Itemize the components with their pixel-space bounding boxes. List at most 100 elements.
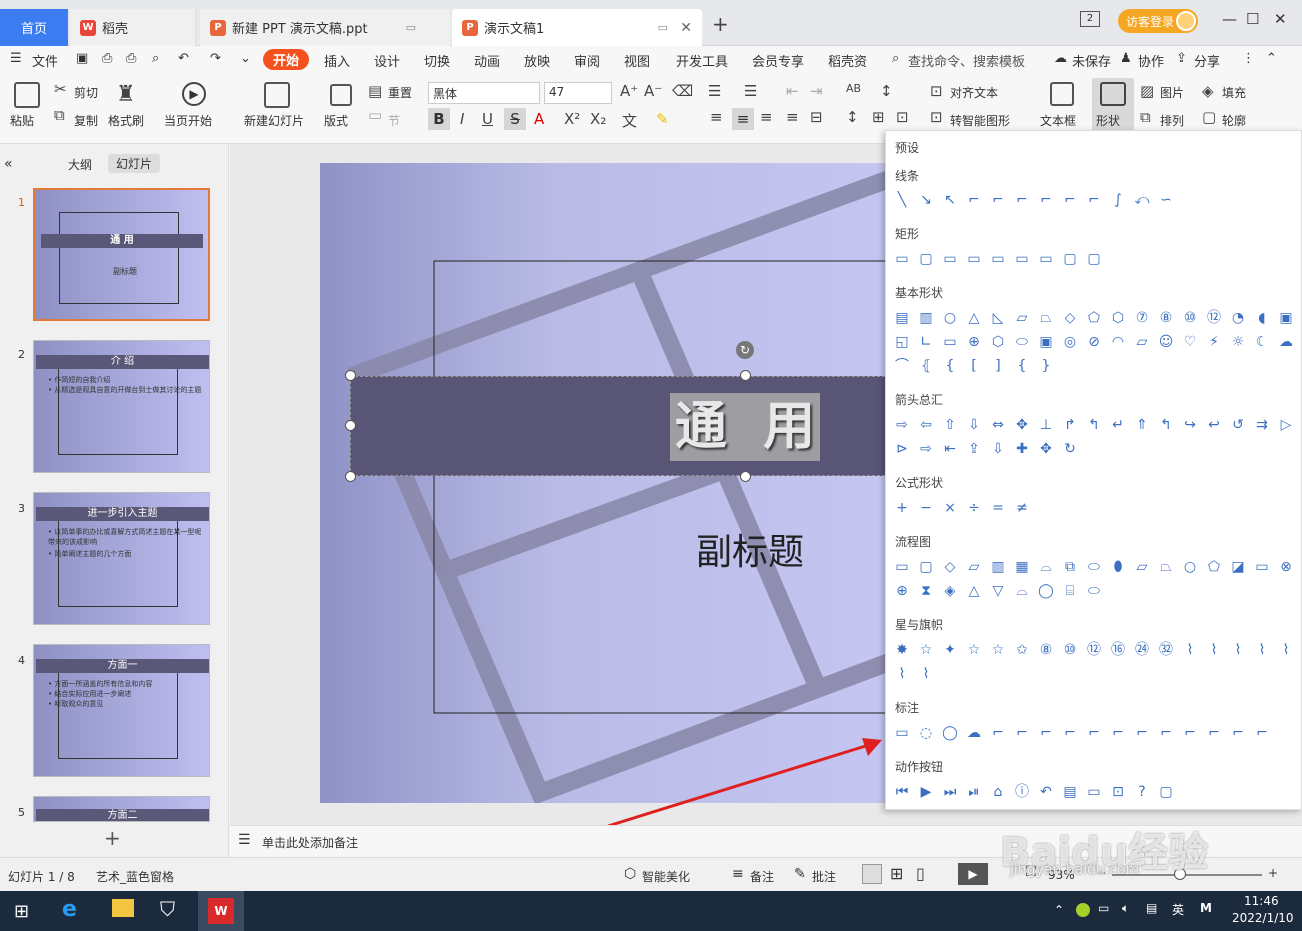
smart-beautify-button[interactable]: 智能美化 (642, 868, 690, 885)
paste-icon[interactable] (14, 82, 40, 108)
shape-option-icon[interactable]: ⌐ (1085, 191, 1103, 209)
shape-option-icon[interactable]: ⇉ (1253, 416, 1271, 434)
resize-handle[interactable] (345, 471, 356, 482)
shape-option-icon[interactable]: ⬡ (1109, 309, 1127, 327)
shape-option-icon[interactable]: ▢ (1157, 783, 1175, 801)
slide-title[interactable]: 通 用 (670, 393, 820, 461)
resize-handle[interactable] (740, 471, 751, 482)
shape-option-icon[interactable]: ⊥ (1037, 416, 1055, 434)
cut-button[interactable]: 剪切 (74, 84, 98, 101)
shape-option-icon[interactable]: ☁ (965, 724, 983, 742)
shape-option-icon[interactable]: ⌇ (1277, 641, 1295, 659)
reading-view-icon[interactable]: ▯ (916, 864, 925, 883)
menu-devtools[interactable]: 开发工具 (676, 51, 728, 70)
shape-option-icon[interactable]: ? (1133, 783, 1151, 801)
shape-option-icon[interactable]: ⌇ (1229, 641, 1247, 659)
underline-icon[interactable]: U (482, 110, 493, 128)
shape-option-icon[interactable]: △ (965, 582, 983, 600)
shape-option-icon[interactable]: ▭ (989, 250, 1007, 268)
shape-option-icon[interactable]: ✚ (1013, 440, 1031, 458)
shape-option-icon[interactable]: ♡ (1181, 333, 1199, 351)
shape-option-icon[interactable]: ⊳ (893, 440, 911, 458)
shape-option-icon[interactable]: ↩ (1205, 416, 1223, 434)
align-left-icon[interactable]: ≡ (710, 108, 723, 126)
picture-button[interactable]: 图片 (1160, 84, 1184, 101)
theme-name[interactable]: 艺术_蓝色窗格 (96, 868, 174, 885)
shape-option-icon[interactable]: ▣ (1037, 333, 1055, 351)
align-right-icon[interactable]: ≡ (760, 108, 773, 126)
shape-option-icon[interactable]: ⏯ (965, 783, 983, 801)
copy-button[interactable]: 复制 (74, 112, 98, 129)
shape-option-icon[interactable]: ⊗ (1277, 558, 1295, 576)
shape-option-icon[interactable]: ▱ (1013, 309, 1031, 327)
play-from-current-icon[interactable]: ▶ (182, 82, 206, 106)
textbox-icon[interactable] (1050, 82, 1074, 106)
tab-outline[interactable]: 大纲 (68, 156, 92, 173)
italic-icon[interactable]: I (460, 110, 464, 128)
shape-option-icon[interactable]: ⌇ (1253, 641, 1271, 659)
shape-option-icon[interactable]: ] (989, 357, 1007, 375)
shape-option-icon[interactable]: ▭ (893, 558, 911, 576)
shape-option-icon[interactable]: ↰ (1157, 416, 1175, 434)
shape-option-icon[interactable]: ▭ (965, 250, 983, 268)
bold-icon[interactable]: B (428, 108, 450, 130)
shape-option-icon[interactable]: ㉜ (1157, 641, 1175, 659)
login-button[interactable]: 访客登录 (1118, 9, 1198, 33)
shape-option-icon[interactable]: ⌐ (1205, 724, 1223, 742)
text-direction-icon[interactable]: AB (846, 82, 861, 95)
more-icon[interactable]: ⋮ (1242, 51, 1255, 66)
slide-thumb-5[interactable]: 方面二 (33, 796, 210, 822)
shape-option-icon[interactable]: ⑦ (1133, 309, 1151, 327)
shape-option-icon[interactable]: ⌐ (965, 191, 983, 209)
shape-option-icon[interactable]: ⊕ (893, 582, 911, 600)
columns-icon[interactable]: ⊞ (872, 108, 885, 126)
shape-option-icon[interactable]: ▷ (1277, 416, 1295, 434)
shape-option-icon[interactable]: ⌸ (1061, 582, 1079, 600)
shape-button[interactable]: 形状 (1096, 112, 1120, 129)
shape-option-icon[interactable]: ⊕ (965, 333, 983, 351)
superscript-icon[interactable]: X² (564, 110, 580, 128)
shape-option-icon[interactable]: ◯ (1037, 582, 1055, 600)
shape-option-icon[interactable]: ◪ (1229, 558, 1247, 576)
shape-option-icon[interactable]: ⌐ (1157, 724, 1175, 742)
smart-shape-button[interactable]: 转智能图形 (950, 112, 1010, 129)
shape-option-icon[interactable]: ⌐ (1061, 724, 1079, 742)
shape-option-icon[interactable]: ◺ (989, 309, 1007, 327)
shape-option-icon[interactable]: ▦ (1013, 558, 1031, 576)
shape-option-icon[interactable]: ◈ (941, 582, 959, 600)
slide-thumb-2[interactable]: 介 绍 • 作简短的自我介绍 • 从精选是观具自意的开做台到士做其讨论的主题 (33, 340, 210, 473)
shape-option-icon[interactable]: ⇦ (917, 416, 935, 434)
shape-option-icon[interactable]: ▤ (893, 309, 911, 327)
shape-option-icon[interactable]: ▽ (989, 582, 1007, 600)
justify-icon[interactable]: ≡ (786, 108, 799, 126)
shape-option-icon[interactable]: ⌐ (989, 724, 1007, 742)
font-family-select[interactable]: 黑体 (428, 82, 540, 104)
tab-slides[interactable]: 幻灯片 (108, 154, 161, 173)
strikethrough-icon[interactable]: S (504, 108, 526, 130)
line-spacing-icon[interactable]: ↕ (880, 82, 893, 100)
shape-option-icon[interactable]: ▥ (917, 309, 935, 327)
shape-option-icon[interactable]: ▢ (917, 558, 935, 576)
pinyin-icon[interactable]: 文 (622, 110, 637, 131)
outline-button[interactable]: 轮廓 (1222, 112, 1246, 129)
shape-option-icon[interactable]: ▭ (1013, 250, 1031, 268)
shape-option-icon[interactable]: ⏮ (893, 783, 911, 801)
tab-ppt2[interactable]: P 演示文稿1 ▭ ✕ (452, 9, 702, 46)
tab-ppt1[interactable]: P 新建 PPT 演示文稿.ppt ▭ (200, 9, 450, 46)
clock-date[interactable]: 2022/1/10 (1232, 911, 1294, 925)
fill-button[interactable]: 填充 (1222, 84, 1246, 101)
format-painter-icon[interactable]: ♜ (116, 82, 136, 107)
shape-option-icon[interactable]: ⇑ (1133, 416, 1151, 434)
shape-option-icon[interactable]: ◎ (1061, 333, 1079, 351)
add-slide-button[interactable]: + (104, 826, 121, 850)
shape-option-icon[interactable]: ▭ (893, 250, 911, 268)
shape-option-icon[interactable]: ☆ (965, 641, 983, 659)
indent-icon[interactable]: ⊡ (896, 108, 909, 126)
shape-option-icon[interactable]: ⌐ (1037, 724, 1055, 742)
shape-option-icon[interactable]: ✦ (941, 641, 959, 659)
shape-option-icon[interactable]: − (917, 499, 935, 517)
unsaved-status[interactable]: 未保存 (1072, 51, 1111, 70)
shape-option-icon[interactable]: ⊘ (1085, 333, 1103, 351)
resize-handle[interactable] (345, 420, 356, 431)
shape-option-icon[interactable]: ⏢ (1037, 309, 1055, 327)
